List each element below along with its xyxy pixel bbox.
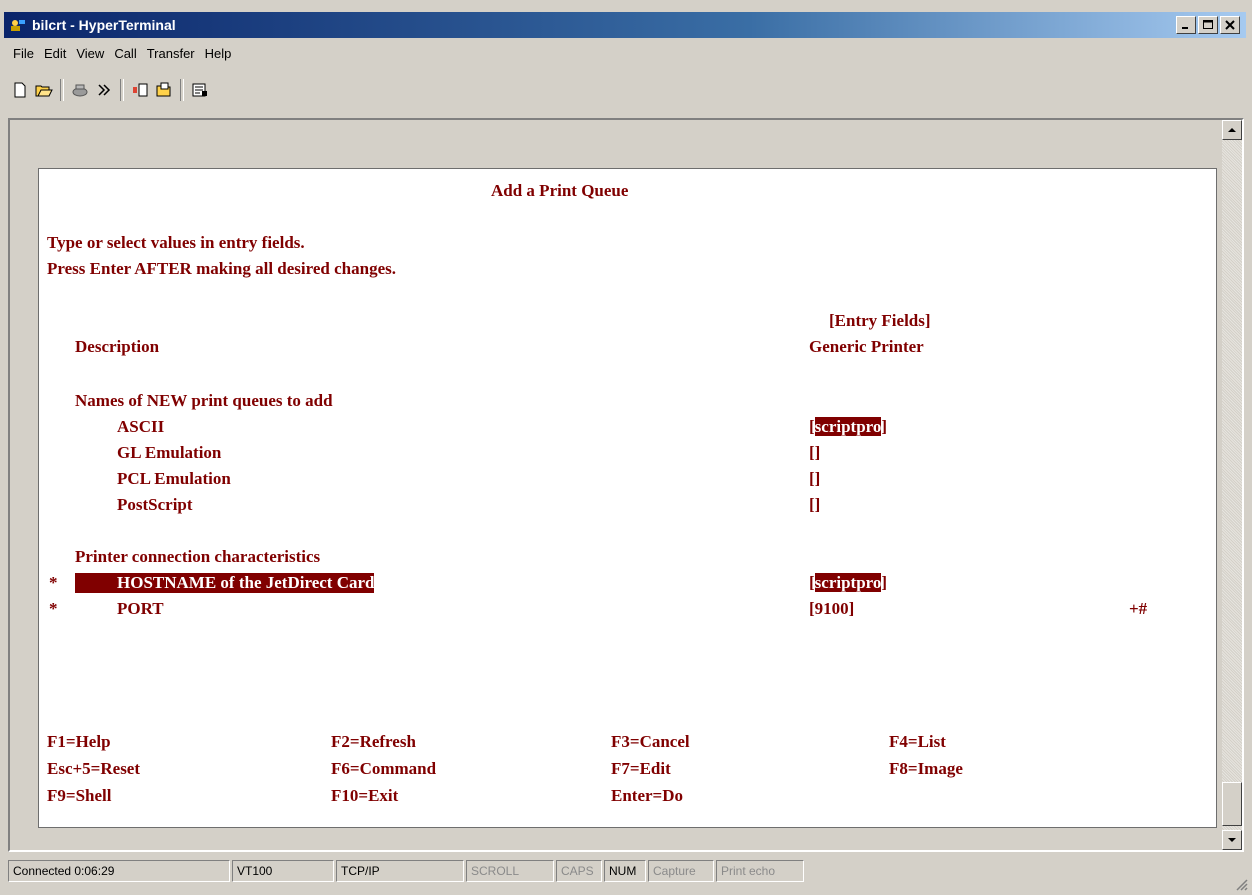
maximize-button[interactable] <box>1198 16 1218 34</box>
status-scroll: SCROLL <box>466 860 554 882</box>
ascii-field[interactable]: [scriptpro] <box>809 417 887 437</box>
menu-view[interactable]: View <box>71 44 109 66</box>
menu-transfer[interactable]: Transfer <box>142 44 200 66</box>
maximize-icon <box>1203 20 1213 29</box>
fkey-help[interactable]: F1=Help <box>47 732 111 752</box>
status-num: NUM <box>604 860 646 882</box>
names-section-heading: Names of NEW print queues to add <box>75 391 333 410</box>
hyperterminal-window: bilcrt - HyperTerminal File Edit View Ca… <box>0 0 1252 895</box>
vertical-scrollbar[interactable] <box>1222 120 1242 850</box>
status-caps: CAPS <box>556 860 602 882</box>
fkey-cancel[interactable]: F3=Cancel <box>611 732 690 752</box>
status-capture: Capture <box>648 860 714 882</box>
description-label: Description <box>75 337 160 356</box>
window-title: bilcrt - HyperTerminal <box>32 17 176 33</box>
screen-title: Add a Print Queue <box>491 181 629 200</box>
instruction-line-1: Type or select values in entry fields. <box>47 233 305 252</box>
fkey-refresh[interactable]: F2=Refresh <box>331 732 416 752</box>
gl-emulation-label: GL Emulation <box>117 443 222 462</box>
pcl-emulation-label: PCL Emulation <box>117 469 231 488</box>
new-icon[interactable] <box>8 78 32 102</box>
fkey-exit[interactable]: F10=Exit <box>331 786 398 806</box>
postscript-field[interactable]: [] <box>809 495 820 515</box>
scroll-down-button[interactable] <box>1222 830 1242 850</box>
required-marker: * <box>49 573 58 592</box>
terminal-screen[interactable]: Add a Print Queue Type or select values … <box>38 168 1217 828</box>
port-field[interactable]: [9100] <box>809 599 854 619</box>
fkey-image[interactable]: F8=Image <box>889 759 963 779</box>
fkey-list[interactable]: F4=List <box>889 732 946 752</box>
close-button[interactable] <box>1220 16 1240 34</box>
ascii-value[interactable]: scriptpro <box>814 417 882 436</box>
title-bar[interactable]: bilcrt - HyperTerminal <box>4 12 1246 38</box>
description-value: Generic Printer <box>809 337 924 356</box>
minimize-icon <box>1182 27 1188 29</box>
menu-file[interactable]: File <box>8 44 39 66</box>
close-icon <box>1225 20 1235 30</box>
hostname-label: HOSTNAME of the JetDirect Card <box>75 573 375 593</box>
scroll-up-button[interactable] <box>1222 120 1242 140</box>
open-icon[interactable] <box>32 78 56 102</box>
fkey-edit[interactable]: F7=Edit <box>611 759 671 779</box>
arrow-down-icon <box>1228 838 1236 842</box>
properties-icon[interactable] <box>188 78 212 102</box>
port-label: PORT <box>117 599 164 618</box>
toolbar-separator <box>60 79 64 101</box>
gl-emulation-field[interactable]: [] <box>809 443 820 463</box>
toolbar-separator <box>120 79 124 101</box>
menu-bar: File Edit View Call Transfer Help <box>8 44 236 66</box>
scroll-thumb[interactable] <box>1222 782 1242 826</box>
port-value[interactable]: 9100 <box>815 599 849 618</box>
toolbar <box>8 76 212 104</box>
fkey-reset[interactable]: Esc+5=Reset <box>47 759 140 779</box>
fkey-do[interactable]: Enter=Do <box>611 786 683 806</box>
hyperterminal-icon <box>10 17 26 33</box>
menu-edit[interactable]: Edit <box>39 44 71 66</box>
ascii-label: ASCII <box>117 417 165 436</box>
connection-section-heading: Printer connection characteristics <box>75 547 321 566</box>
toolbar-separator <box>180 79 184 101</box>
status-emulation: VT100 <box>232 860 334 882</box>
menu-help[interactable]: Help <box>200 44 237 66</box>
entry-fields-header: [Entry Fields] <box>829 311 931 330</box>
status-connected: Connected 0:06:29 <box>8 860 230 882</box>
receive-icon[interactable] <box>152 78 176 102</box>
connect-icon[interactable] <box>92 78 116 102</box>
port-flag: +# <box>1129 599 1148 618</box>
required-marker: * <box>49 599 58 618</box>
pcl-emulation-field[interactable]: [] <box>809 469 820 489</box>
hostname-field[interactable]: [scriptpro] <box>809 573 887 593</box>
disconnect-icon[interactable] <box>68 78 92 102</box>
fkey-shell[interactable]: F9=Shell <box>47 786 111 806</box>
status-print-echo: Print echo <box>716 860 804 882</box>
arrow-up-icon <box>1228 128 1236 132</box>
minimize-button[interactable] <box>1176 16 1196 34</box>
hostname-value[interactable]: scriptpro <box>814 573 882 592</box>
postscript-label: PostScript <box>117 495 193 514</box>
instruction-line-2: Press Enter AFTER making all desired cha… <box>47 259 396 278</box>
terminal-client-area: Add a Print Queue Type or select values … <box>8 118 1244 852</box>
status-bar: Connected 0:06:29 VT100 TCP/IP SCROLL CA… <box>8 860 806 884</box>
fkey-command[interactable]: F6=Command <box>331 759 436 779</box>
status-protocol: TCP/IP <box>336 860 464 882</box>
send-icon[interactable] <box>128 78 152 102</box>
menu-call[interactable]: Call <box>109 44 141 66</box>
resize-grip-icon[interactable] <box>1234 877 1248 891</box>
